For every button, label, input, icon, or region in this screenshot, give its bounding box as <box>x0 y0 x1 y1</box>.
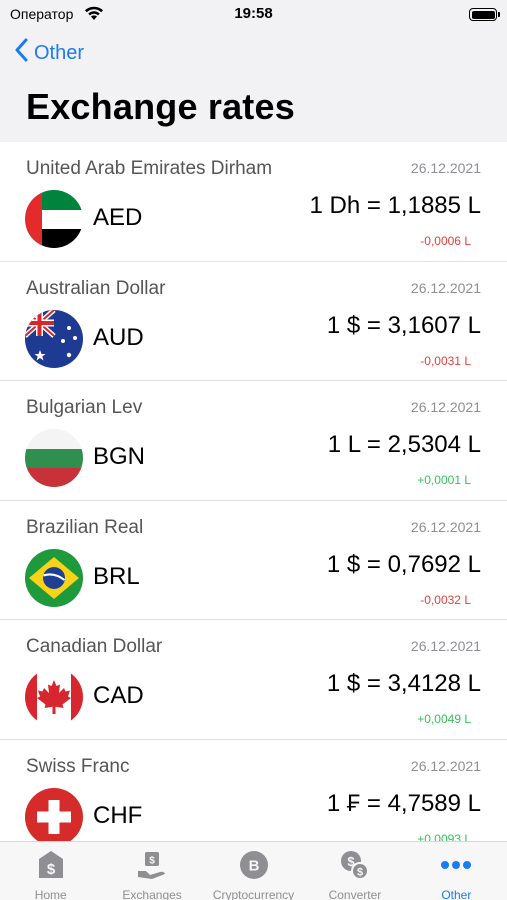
page-title: Exchange rates <box>26 86 295 127</box>
back-button-label: Other <box>34 41 85 64</box>
navigation-bar: Other Exchange rates <box>0 30 507 142</box>
battery-icon <box>469 8 500 21</box>
rate-date: 26.12.2021 <box>410 638 481 654</box>
rate-date: 26.12.2021 <box>410 399 481 415</box>
currency-code: AUD <box>93 323 144 351</box>
exchange-rate: 1 Dh = 1,1885 L <box>309 192 481 219</box>
canada-flag-icon <box>25 668 83 726</box>
rate-date: 26.12.2021 <box>410 757 481 774</box>
uae-flag-icon <box>25 190 83 248</box>
exchange-rate: 1 $ = 3,4128 L <box>326 670 481 697</box>
brazil-flag-icon <box>25 548 83 607</box>
svg-text:$: $ <box>149 856 155 867</box>
tab-home[interactable]: $ Home <box>0 842 101 900</box>
rate-change: +0,0049 L <box>417 712 471 726</box>
converter-icon: $ $ <box>339 842 371 886</box>
rate-date: 26.12.2021 <box>410 160 481 176</box>
exchanges-icon: $ <box>136 842 168 886</box>
rate-row-aed[interactable]: United Arab Emirates Dirham 26.12.2021 A… <box>0 142 507 262</box>
tab-label: Cryptocurrency <box>212 888 295 900</box>
currency-code: AED <box>93 204 143 231</box>
cryptocurrency-icon: B <box>238 842 270 886</box>
exchange-rate: 1 $ = 0,7692 L <box>326 550 481 578</box>
rate-change: -0,0006 L <box>420 234 471 248</box>
exchange-rate: 1 L = 2,5304 L <box>327 431 481 458</box>
rate-change: +0,0093 L <box>417 831 471 842</box>
back-button[interactable]: Other <box>14 38 84 68</box>
svg-text:$: $ <box>357 867 363 879</box>
tab-label: Other <box>441 888 472 900</box>
rate-date: 26.12.2021 <box>410 518 481 535</box>
currency-name: Bulgarian Lev <box>26 397 143 418</box>
tab-label: Home <box>34 888 67 900</box>
tab-other[interactable]: Other <box>406 842 507 900</box>
tab-converter[interactable]: $ $ Converter <box>304 842 405 900</box>
currency-code: BRL <box>93 562 140 590</box>
bulgaria-flag-icon <box>25 429 83 487</box>
currency-code: CAD <box>93 682 144 709</box>
svg-text:B: B <box>248 858 259 875</box>
rate-row-brl[interactable]: Brazilian Real 26.12.2021 BRL 1 $ = 0,76… <box>0 501 507 620</box>
australia-flag-icon <box>25 309 83 368</box>
currency-name: United Arab Emirates Dirham <box>26 158 273 179</box>
tab-cryptocurrency[interactable]: B Cryptocurrency <box>203 842 304 900</box>
clock: 19:58 <box>234 5 273 22</box>
tab-label: Exchanges <box>122 888 182 900</box>
currency-code: CHF <box>93 801 143 829</box>
tab-label: Converter <box>328 888 382 900</box>
rate-row-cad[interactable]: Canadian Dollar 26.12.2021 CAD 1 $ = 3,4… <box>0 620 507 740</box>
exchange-rate-list[interactable]: United Arab Emirates Dirham 26.12.2021 A… <box>0 142 507 841</box>
status-bar: Оператор 19:58 <box>0 0 507 30</box>
tab-bar: $ Home $ Exchanges B Cryptocurrency $ $ … <box>0 841 507 900</box>
rate-change: -0,0032 L <box>420 592 471 607</box>
switzerland-flag-icon <box>25 787 83 841</box>
chevron-left-icon <box>14 38 34 68</box>
exchange-rate: 1 $ = 3,1607 L <box>326 311 481 339</box>
rate-row-bgn[interactable]: Bulgarian Lev 26.12.2021 BGN 1 L = 2,530… <box>0 381 507 501</box>
exchange-rate: 1 ₣ = 4,7589 L <box>326 789 481 817</box>
rate-row-chf[interactable]: Swiss Franc 26.12.2021 CHF 1 ₣ = 4,7589 … <box>0 740 507 842</box>
currency-name: Australian Dollar <box>26 277 166 299</box>
tab-exchanges[interactable]: $ Exchanges <box>101 842 202 900</box>
rate-date: 26.12.2021 <box>410 279 481 296</box>
rate-change: -0,0031 L <box>420 353 471 368</box>
rate-change: +0,0001 L <box>417 473 471 487</box>
currency-name: Canadian Dollar <box>26 636 163 657</box>
rate-row-aud[interactable]: Australian Dollar 26.12.2021 AUD 1 $ = 3… <box>0 262 507 381</box>
more-icon <box>440 842 472 886</box>
currency-code: BGN <box>93 443 146 470</box>
home-icon: $ <box>35 842 67 886</box>
currency-name: Swiss Franc <box>26 755 130 777</box>
currency-name: Brazilian Real <box>26 516 144 538</box>
svg-text:$: $ <box>47 861 56 878</box>
